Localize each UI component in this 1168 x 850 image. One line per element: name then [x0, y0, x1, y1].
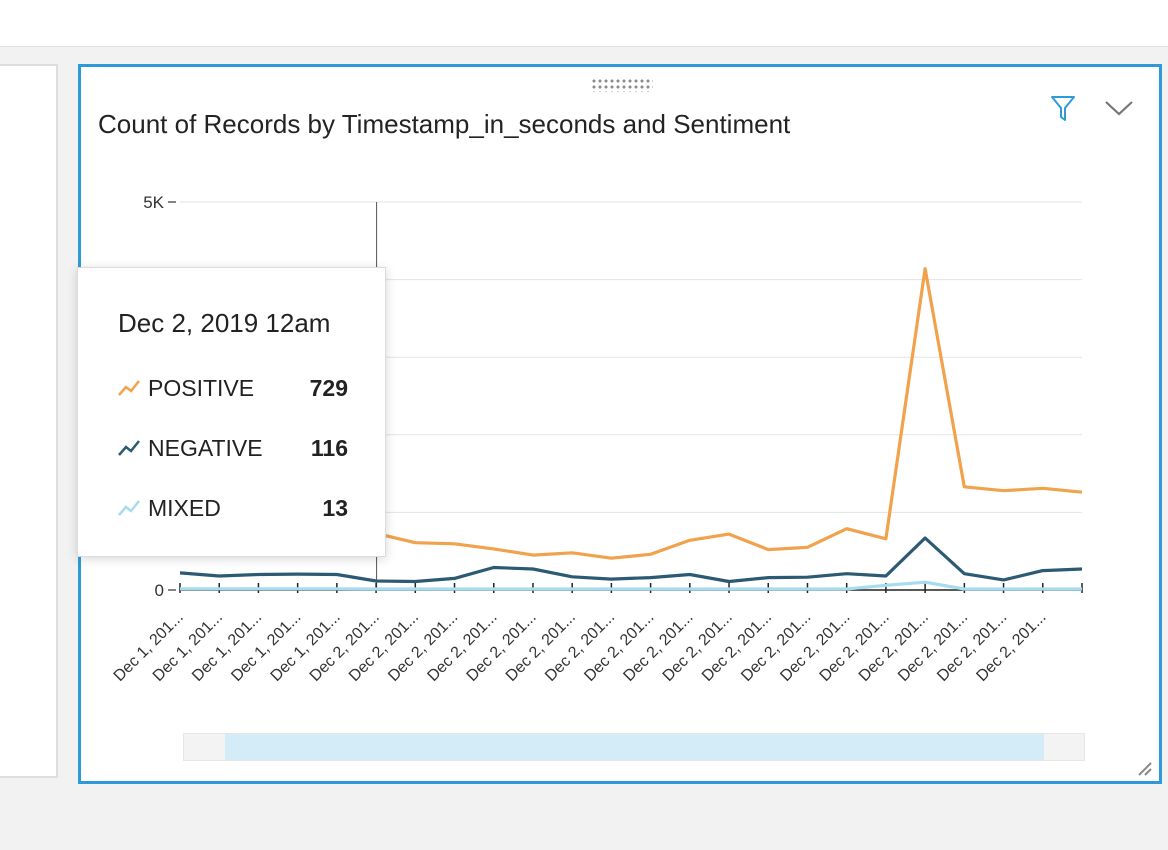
tooltip-row-mixed: MIXED 13	[118, 493, 348, 523]
tooltip-label-mixed: MIXED	[148, 495, 221, 521]
positive-series-icon	[118, 380, 140, 396]
tooltip-value-positive: 729	[309, 375, 348, 401]
tooltip-value-negative: 116	[310, 435, 348, 461]
tooltip-row-positive: POSITIVE 729	[118, 373, 348, 403]
x-tick-label: Dec 2, 201...	[973, 609, 1049, 685]
tooltip-label-positive: POSITIVE	[148, 375, 255, 401]
tooltip-label-negative: NEGATIVE	[148, 435, 263, 461]
series-line-mixed	[180, 580, 1082, 591]
tooltip-value-mixed: 13	[322, 495, 348, 521]
y-tick-label: 0	[155, 581, 164, 600]
tooltip-row-negative: NEGATIVE 116	[118, 433, 348, 463]
mixed-series-icon	[118, 500, 140, 516]
negative-series-icon	[118, 440, 140, 456]
tooltip-title: Dec 2, 2019 12am	[118, 308, 331, 338]
y-tick-label: 5K	[143, 193, 164, 212]
chart-tooltip: Dec 2, 2019 12am POSITIVE 729 NEGATIVE 1…	[77, 267, 386, 557]
